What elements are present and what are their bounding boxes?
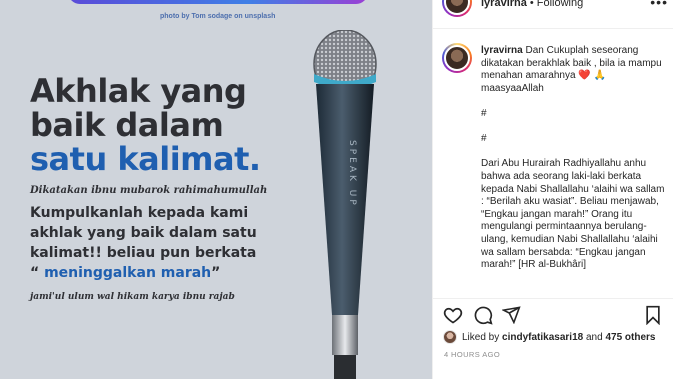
action-bar: [433, 298, 673, 328]
banner-strip: [68, 0, 368, 4]
hash-line-2: #: [481, 133, 487, 145]
post-timestamp[interactable]: 4 HOURS AGO: [444, 350, 500, 359]
post-image[interactable]: photo by Tom sodage on unsplash Akhlak y…: [0, 0, 432, 379]
heart-icon[interactable]: [443, 305, 463, 325]
caption-username[interactable]: lyravirna: [481, 45, 523, 56]
likes-middle: and: [585, 331, 603, 343]
quote-line-3: kalimat!! beliau pun berkata: [30, 245, 257, 261]
hash-line-1: #: [481, 107, 487, 119]
microphone-image: SPEAK UP: [313, 30, 377, 379]
photo-credit: photo by Tom sodage on unsplash: [160, 13, 276, 20]
post-sidebar: lyravirna • Following ••• lyravirna Dan Cu…: [432, 0, 673, 379]
caption-block: lyravirna Dan Cukuplah seseorang dikatak…: [433, 28, 673, 298]
comment-icon[interactable]: [473, 305, 493, 325]
liker-avatar[interactable]: [443, 330, 457, 344]
post-header: lyravirna • Following •••: [433, 0, 673, 28]
quote-line-4: “ meninggalkan marah”: [30, 263, 298, 283]
quote-highlight: meninggalkan marah: [44, 265, 212, 281]
pray-emoji: 🙏: [593, 70, 606, 82]
liker-username[interactable]: cindyfatikasari18: [502, 332, 583, 343]
quote-line-2: akhlak yang baik dalam satu: [30, 225, 257, 241]
more-icon[interactable]: •••: [650, 0, 668, 10]
headline: Akhlak yang baik dalam satu kalimat.: [30, 74, 300, 176]
microphone-label: SPEAK UP: [347, 140, 357, 208]
quote-close-mark: ”: [211, 265, 221, 281]
author-username[interactable]: lyravirna: [481, 0, 527, 9]
heart-emoji: ❤️: [578, 70, 591, 82]
likes-row: Liked by cindyfatikasari18 and 475 other…: [443, 330, 655, 344]
caption-after: maasyaaAllah: [481, 82, 544, 94]
headline-line-2: baik dalam: [30, 106, 224, 144]
header-text: lyravirna • Following: [481, 0, 583, 9]
header-separator: •: [529, 0, 534, 9]
quote-open-mark: “: [30, 265, 45, 281]
likes-prefix: Liked by: [462, 331, 500, 343]
quote-line-1: Kumpulkanlah kepada kami: [30, 205, 249, 221]
likes-others[interactable]: 475 others: [605, 332, 655, 343]
follow-status[interactable]: Following: [537, 0, 583, 9]
bookmark-icon[interactable]: [644, 305, 662, 325]
author-avatar[interactable]: [442, 0, 472, 17]
caption-text: lyravirna Dan Cukuplah seseorang dikatak…: [481, 45, 667, 272]
caption-avatar[interactable]: [442, 43, 472, 73]
book-reference: jami'ul ulum wal hikam karya ibnu rajab: [30, 292, 235, 302]
quote-body: Kumpulkanlah kepada kami akhlak yang bai…: [30, 203, 298, 283]
svg-text:SPEAK UP: SPEAK UP: [347, 140, 357, 208]
quote-source: Dikatakan ibnu mubarok rahimahumullah: [30, 185, 268, 196]
caption-body: Dari Abu Hurairah Radhiyallahu anhu bahw…: [481, 158, 668, 271]
share-icon[interactable]: [502, 305, 521, 324]
headline-line-1: Akhlak yang: [30, 72, 247, 110]
headline-accent: satu kalimat.: [30, 140, 261, 178]
